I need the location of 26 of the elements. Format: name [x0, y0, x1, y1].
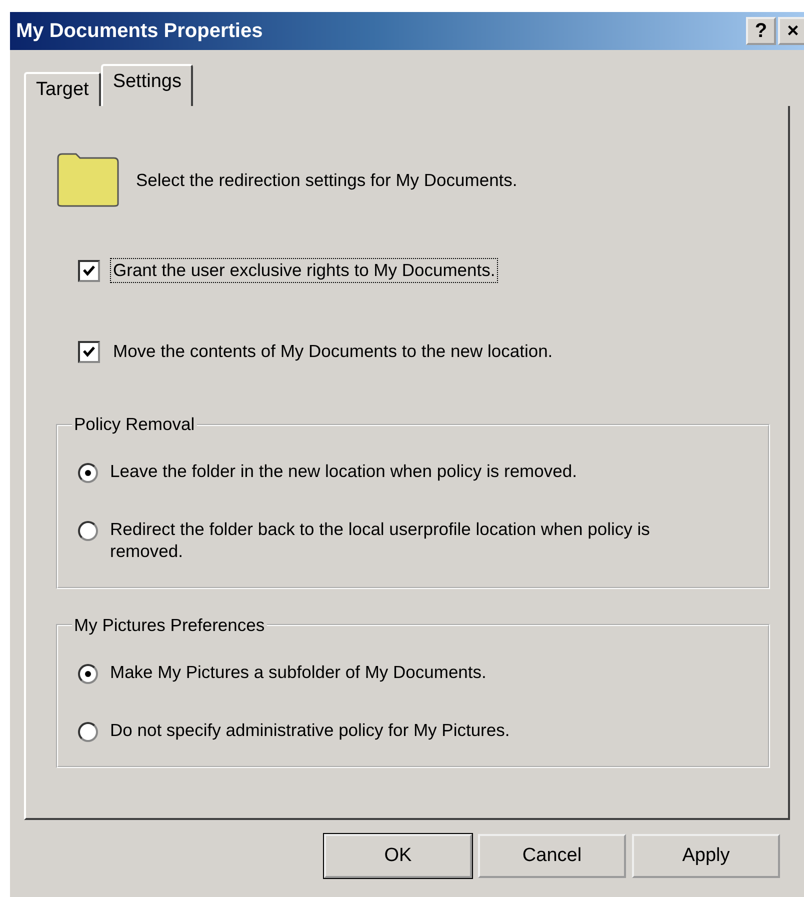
tab[interactable]: Settings [100, 64, 194, 106]
group-title: My Pictures Preferences [73, 614, 266, 636]
check-icon [82, 264, 96, 278]
radio-label[interactable]: Do not specify administrative policy for My Pictures. [110, 720, 510, 742]
intro-text: Select the redirection settings for My Documents. [136, 170, 518, 190]
radio-button[interactable] [78, 722, 98, 742]
check-icon [82, 344, 96, 358]
radio-button[interactable] [78, 463, 98, 483]
radio-button[interactable] [78, 521, 98, 541]
dialog-button[interactable]: Cancel [478, 834, 626, 878]
group-title: Policy Removal [73, 414, 196, 435]
dialog-button[interactable]: Apply [632, 834, 780, 878]
radio-label[interactable]: Redirect the folder back to the local userprofile location when policy is removed. [110, 519, 670, 563]
tab[interactable]: Target [24, 72, 101, 106]
help-button[interactable]: ? [746, 17, 776, 45]
radio-button[interactable] [78, 664, 98, 684]
dialog-button[interactable]: OK [324, 834, 472, 878]
radio-label[interactable]: Make My Pictures a subfolder of My Documents. [110, 662, 486, 684]
radio-label[interactable]: Leave the folder in the new location when policy is removed. [110, 461, 577, 483]
checkbox[interactable] [78, 260, 100, 282]
checkbox[interactable] [78, 340, 100, 362]
close-button[interactable]: × [778, 17, 804, 45]
checkbox-label[interactable]: Move the contents of My Documents to the new location. [110, 339, 556, 364]
window-title: My Documents Properties [16, 20, 263, 42]
folder-icon [56, 152, 120, 208]
checkbox-label[interactable]: Grant the user exclusive rights to My Documents. [110, 258, 498, 283]
